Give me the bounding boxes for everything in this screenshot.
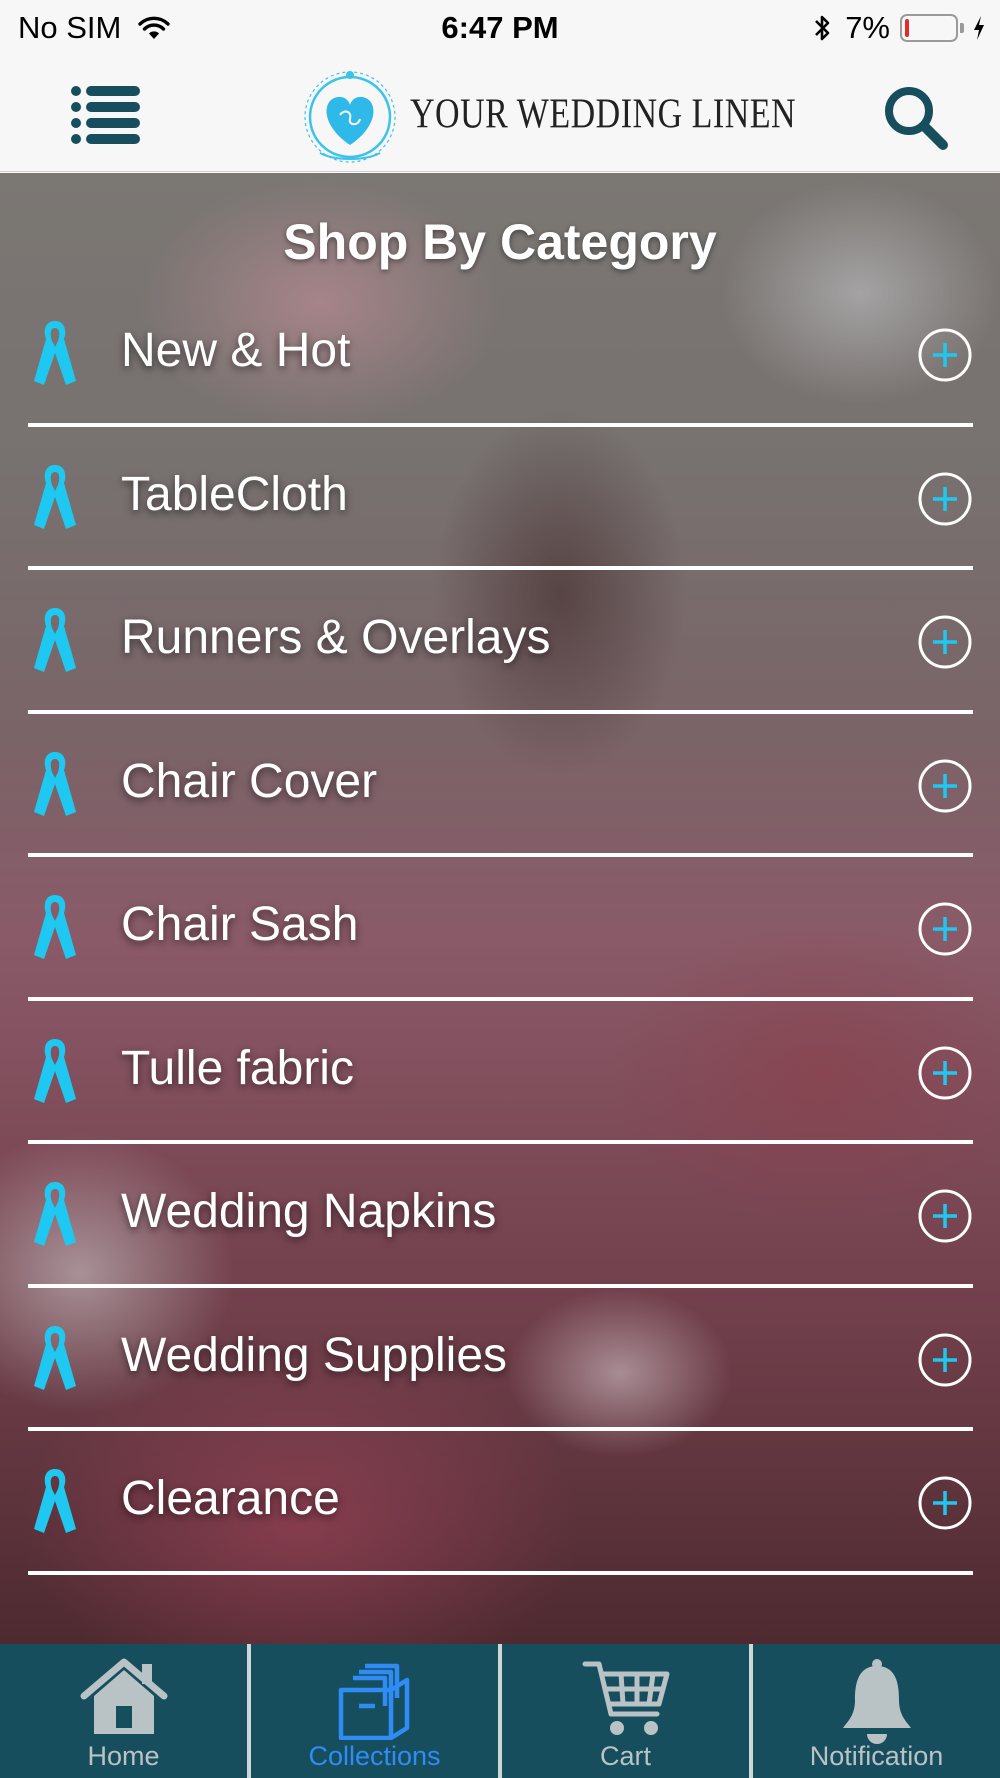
collections-icon (338, 1663, 409, 1740)
cart-icon (582, 1661, 669, 1735)
category-label: New & Hot (121, 324, 351, 377)
bluetooth-icon (815, 15, 830, 41)
category-label: Chair Sash (121, 898, 359, 951)
ribbon-icon (34, 1182, 76, 1246)
brand-logo[interactable]: YOUR WEDDING LINEN (300, 62, 796, 168)
ribbon-icon (34, 1038, 76, 1103)
plus-circle-icon[interactable] (917, 1332, 973, 1388)
plus-circle-icon[interactable] (917, 1475, 973, 1531)
category-item[interactable]: Clearance (28, 1431, 973, 1575)
charging-bolt-icon (974, 16, 984, 40)
ribbon-icon (34, 895, 76, 959)
status-bar: No SIM 6:47 PM 7% (0, 0, 1000, 58)
category-item[interactable]: New & Hot (28, 283, 973, 427)
category-item[interactable]: Chair Sash (28, 857, 973, 1001)
category-label: Clearance (121, 1472, 340, 1525)
menu-button[interactable] (70, 84, 142, 146)
category-item[interactable]: TableCloth (28, 427, 973, 570)
logo-text: YOUR WEDDING LINEN (410, 91, 797, 138)
ribbon-icon (34, 464, 76, 529)
category-item[interactable]: Chair Cover (28, 714, 973, 857)
plus-circle-icon[interactable] (917, 1045, 973, 1101)
category-label: TableCloth (121, 467, 348, 521)
menu-icon (71, 86, 140, 144)
plus-circle-icon[interactable] (917, 471, 973, 527)
nav-header: YOUR WEDDING LINEN (0, 58, 1000, 172)
category-screen: Shop By Category New & Hot TableCloth Ru… (0, 173, 1000, 1644)
heart-emblem-icon (304, 71, 396, 163)
battery-icon (900, 14, 958, 42)
category-item[interactable]: Wedding Supplies (28, 1288, 973, 1431)
plus-circle-icon[interactable] (917, 901, 973, 957)
category-label: Wedding Supplies (121, 1328, 508, 1382)
search-button[interactable] (880, 82, 950, 152)
battery-percent: 7% (845, 10, 890, 45)
plus-circle-icon[interactable] (917, 1188, 973, 1244)
tab-bar: Home Collections Cart Notification (0, 1644, 1000, 1778)
category-label: Runners & Overlays (121, 611, 551, 664)
ribbon-icon (34, 1469, 76, 1533)
category-item[interactable]: Runners & Overlays (28, 570, 973, 714)
tab-home[interactable]: Home (0, 1644, 251, 1778)
category-label: Tulle fabric (121, 1041, 354, 1095)
home-icon (80, 1658, 167, 1734)
plus-circle-icon[interactable] (917, 758, 973, 814)
tab-collections[interactable]: Collections (251, 1644, 502, 1778)
ribbon-icon (34, 608, 76, 672)
tab-label: Notification (809, 1741, 944, 1771)
tab-label: Home (87, 1741, 160, 1771)
battery-tip (960, 23, 964, 33)
category-list: New & Hot TableCloth Runners & Overlays … (28, 283, 973, 1575)
category-item[interactable]: Tulle fabric (28, 1001, 973, 1144)
category-item[interactable]: Wedding Napkins (28, 1144, 973, 1288)
plus-circle-icon[interactable] (917, 614, 973, 670)
ribbon-icon (34, 751, 76, 816)
tab-cart[interactable]: Cart (502, 1644, 753, 1778)
tab-label: Cart (599, 1741, 651, 1771)
search-icon (885, 87, 948, 150)
tab-notification[interactable]: Notification (753, 1644, 1000, 1778)
ribbon-icon (34, 1325, 76, 1390)
category-label: Wedding Napkins (121, 1185, 497, 1238)
section-title: Shop By Category (283, 214, 717, 270)
battery-level (905, 19, 909, 37)
status-right: 7% (813, 10, 986, 46)
ribbon-icon (34, 321, 76, 385)
bell-icon (842, 1659, 911, 1744)
category-label: Chair Cover (121, 754, 378, 808)
plus-circle-icon[interactable] (917, 327, 973, 383)
tab-label: Collections (308, 1741, 441, 1771)
